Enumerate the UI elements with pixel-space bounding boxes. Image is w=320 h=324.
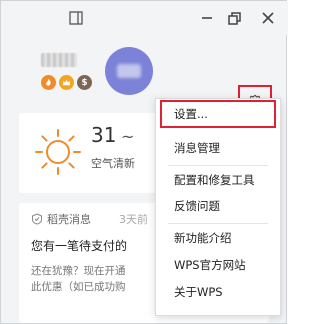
sidebar-toggle-button[interactable] [65,7,87,29]
restore-icon [227,11,241,25]
minimize-icon [202,17,212,19]
coin-symbol: $ [81,77,88,88]
sidebar-icon [69,11,83,25]
temperature: 31 [91,123,117,147]
close-button[interactable] [257,7,279,29]
avatar-blurred-content [117,64,141,78]
close-icon [262,12,274,24]
restore-button[interactable] [223,7,245,29]
username-blurred[interactable] [41,53,77,67]
menu-settings-highlight-box [160,100,276,128]
minimize-button[interactable] [196,7,218,29]
fire-icon[interactable] [41,75,56,90]
menu-item-about-wps[interactable]: 关于WPS [156,281,280,303]
menu-item-message-management[interactable]: 消息管理 [156,137,280,159]
menu-item-feedback[interactable]: 反馈问题 [156,195,280,217]
menu-item-config-repair-tool[interactable]: 配置和修复工具 [156,169,280,191]
shell-icon [32,213,42,225]
temperature-separator: ~ [121,127,135,146]
coin-icon[interactable]: $ [77,75,92,90]
sun-icon [35,129,81,175]
profile-section: $ [1,35,288,121]
avatar[interactable] [105,47,153,95]
news-header: 稻壳消息 [31,211,91,227]
badge-row: $ [41,75,92,90]
settings-dropdown-menu: 设置... 消息管理 配置和修复工具 反馈问题 新功能介绍 WPS官方网站 关于… [155,98,281,316]
crown-icon[interactable] [59,75,74,90]
menu-separator [168,223,268,224]
menu-separator [168,165,268,166]
title-bar [1,1,288,35]
wps-account-panel: $ 31 ~ 空气清新 稻壳消息 3天前 您有一笔待支付的 还在犹豫？现在开通 … [0,0,288,324]
news-source: 稻壳消息 [47,213,91,226]
menu-item-wps-website[interactable]: WPS官方网站 [156,254,280,276]
menu-item-whats-new[interactable]: 新功能介绍 [156,227,280,249]
news-title[interactable]: 您有一笔待支付的 [31,237,127,254]
weather-description: 空气清新 [91,157,135,170]
news-time: 3天前 [119,213,148,226]
